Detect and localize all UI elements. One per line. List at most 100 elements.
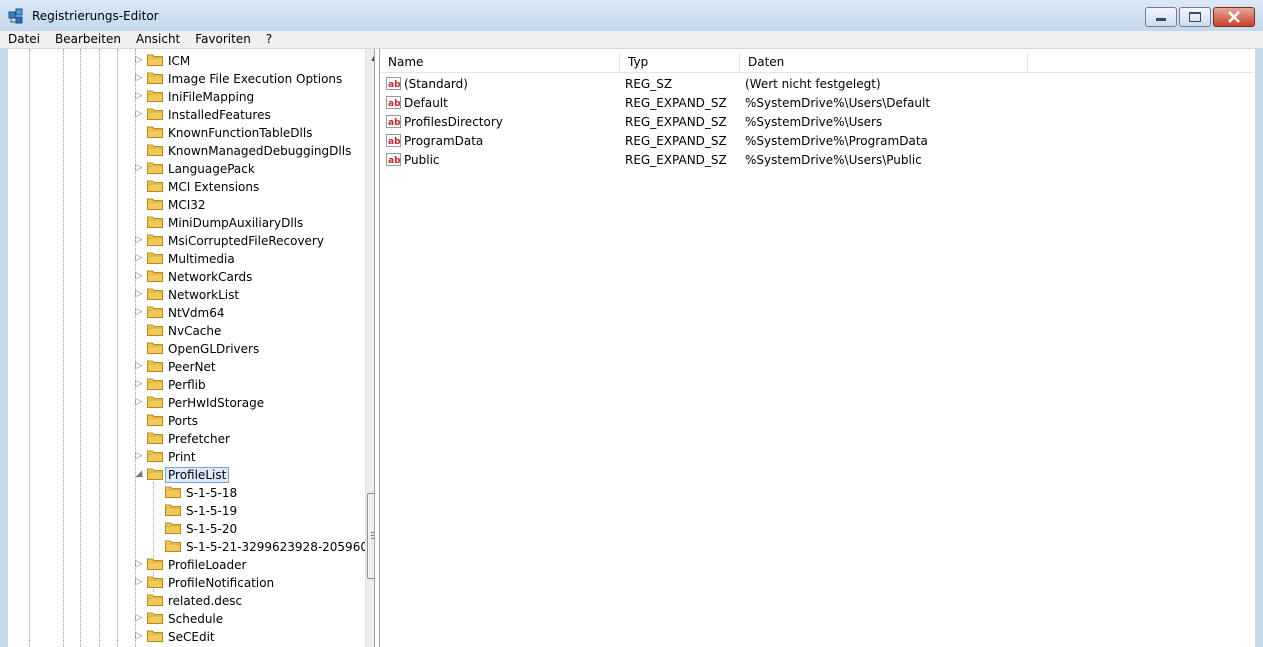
tree-item-label: PeerNet: [168, 359, 216, 374]
tree-item[interactable]: ▷ SeCEdit: [136, 627, 215, 645]
tree-item[interactable]: ◢ ProfileList: [136, 465, 230, 483]
tree-item[interactable]: ▷ Schedule: [136, 609, 224, 627]
expand-arrow-icon[interactable]: ▷: [134, 87, 144, 105]
folder-icon: [165, 503, 181, 516]
tree-scrollbar[interactable]: ▲: [365, 49, 374, 647]
folder-icon: [147, 611, 163, 624]
tree-item-label: related.desc: [168, 593, 243, 608]
tree-item[interactable]: S-1-5-19: [165, 501, 237, 519]
tree-item[interactable]: ▷ ProfileLoader: [136, 555, 247, 573]
expand-arrow-icon[interactable]: ▷: [134, 303, 144, 321]
menu-item[interactable]: Datei: [0, 31, 47, 48]
list-row[interactable]: ab (Standard) REG_SZ (Wert nicht festgelegt…: [380, 75, 1254, 94]
column-header-name[interactable]: Name: [380, 52, 620, 72]
value-type: REG_EXPAND_SZ: [625, 96, 727, 110]
expand-arrow-icon[interactable]: ▷: [134, 555, 144, 573]
values-list[interactable]: Name Typ Daten ab (Standard) REG_SZ (Wert n…: [379, 49, 1254, 647]
tree-item-label: NetworkList: [168, 287, 240, 302]
tree-item[interactable]: S-1-5-21-3299623928-205960167: [165, 537, 375, 555]
tree-item[interactable]: ▷ PeerNet: [136, 357, 216, 375]
expand-arrow-icon[interactable]: ▷: [134, 231, 144, 249]
value-name: ProgramData: [404, 134, 484, 148]
menu-item[interactable]: Favoriten: [187, 31, 258, 48]
string-value-icon: ab: [386, 134, 401, 147]
expand-arrow-icon[interactable]: ▷: [134, 267, 144, 285]
tree-item-label: SeCEdit: [168, 629, 215, 644]
expand-arrow-icon[interactable]: ▷: [134, 447, 144, 465]
list-row[interactable]: ab Default REG_EXPAND_SZ %SystemDrive%\User…: [380, 94, 1254, 113]
folder-icon: [165, 539, 181, 552]
value-name-cell: ab Default: [386, 94, 448, 113]
value-data: %SystemDrive%\Users: [745, 115, 883, 129]
svg-text:ab: ab: [388, 137, 401, 147]
menu-item[interactable]: Ansicht: [128, 31, 187, 48]
value-name: (Standard): [404, 77, 468, 91]
value-name-cell: ab ProfilesDirectory: [386, 113, 503, 132]
tree-item[interactable]: ▷ ProfileNotification: [136, 573, 275, 591]
svg-text:ab: ab: [388, 118, 401, 128]
tree-item-label: ICM: [168, 53, 191, 68]
expand-arrow-icon[interactable]: ▷: [134, 249, 144, 267]
tree-item[interactable]: ▷ Multimedia: [136, 249, 235, 267]
title-bar[interactable]: Registrierungs-Editor: [0, 0, 1263, 32]
tree-item[interactable]: ▷ MsiCorruptedFileRecovery: [136, 231, 324, 249]
expand-arrow-icon[interactable]: ▷: [134, 375, 144, 393]
expand-arrow-icon[interactable]: ▷: [134, 105, 144, 123]
svg-text:ab: ab: [388, 99, 401, 109]
tree-item[interactable]: KnownFunctionTableDlls: [147, 123, 312, 141]
value-data: %SystemDrive%\Users\Default: [745, 96, 931, 110]
expand-arrow-icon[interactable]: ▷: [134, 609, 144, 627]
registry-tree[interactable]: ▷ ICM ▷ Image File Execution Options ▷ IniFil…: [8, 49, 375, 647]
list-row[interactable]: ab ProfilesDirectory REG_EXPAND_SZ %SystemD…: [380, 113, 1254, 132]
tree-item[interactable]: ▷ NetworkList: [136, 285, 240, 303]
folder-icon: [147, 395, 163, 408]
list-row[interactable]: ab ProgramData REG_EXPAND_SZ %SystemDrive%\…: [380, 132, 1254, 151]
scroll-thumb[interactable]: [367, 493, 374, 579]
tree-item[interactable]: related.desc: [147, 591, 242, 609]
scroll-up-arrow-icon[interactable]: ▲: [366, 49, 374, 66]
tree-item-label: ProfileNotification: [168, 575, 275, 590]
tree-item[interactable]: MCI32: [147, 195, 206, 213]
expand-arrow-icon[interactable]: ▷: [134, 51, 144, 69]
tree-item[interactable]: ▷ ICM: [136, 51, 191, 69]
tree-item[interactable]: S-1-5-18: [165, 483, 237, 501]
column-header-data[interactable]: Daten: [740, 52, 1028, 72]
value-type: REG_EXPAND_SZ: [625, 153, 727, 167]
window-frame-left: [0, 48, 8, 647]
expand-arrow-icon[interactable]: ▷: [134, 285, 144, 303]
tree-item[interactable]: S-1-5-20: [165, 519, 237, 537]
collapse-arrow-icon[interactable]: ◢: [134, 465, 144, 483]
tree-item[interactable]: ▷ Image File Execution Options: [136, 69, 343, 87]
tree-item[interactable]: ▷ Print: [136, 447, 196, 465]
close-button[interactable]: [1213, 7, 1255, 27]
expand-arrow-icon[interactable]: ▷: [134, 393, 144, 411]
maximize-button[interactable]: [1179, 7, 1211, 27]
list-row[interactable]: ab Public REG_EXPAND_SZ %SystemDrive%\Users…: [380, 151, 1254, 170]
tree-item[interactable]: MCI Extensions: [147, 177, 259, 195]
tree-item[interactable]: ▷ Perflib: [136, 375, 206, 393]
folder-icon: [147, 287, 163, 300]
expand-arrow-icon[interactable]: ▷: [134, 627, 144, 645]
expand-arrow-icon[interactable]: ▷: [134, 69, 144, 87]
expand-arrow-icon[interactable]: ▷: [134, 357, 144, 375]
tree-item[interactable]: Prefetcher: [147, 429, 230, 447]
tree-item[interactable]: ▷ LanguagePack: [136, 159, 255, 177]
tree-item-label: S-1-5-21-3299623928-205960167: [186, 539, 375, 554]
tree-item[interactable]: ▷ NtVdm64: [136, 303, 225, 321]
column-header-type[interactable]: Typ: [620, 52, 740, 72]
tree-item[interactable]: OpenGLDrivers: [147, 339, 259, 357]
menu-item[interactable]: Bearbeiten: [47, 31, 128, 48]
tree-item[interactable]: NvCache: [147, 321, 221, 339]
menu-item[interactable]: ?: [258, 31, 279, 48]
tree-item-label: NvCache: [168, 323, 222, 338]
tree-item[interactable]: MiniDumpAuxiliaryDlls: [147, 213, 303, 231]
tree-item[interactable]: KnownManagedDebuggingDlls: [147, 141, 351, 159]
tree-item[interactable]: ▷ InstalledFeatures: [136, 105, 271, 123]
expand-arrow-icon[interactable]: ▷: [134, 573, 144, 591]
minimize-button[interactable]: [1145, 7, 1177, 27]
tree-item[interactable]: Ports: [147, 411, 198, 429]
expand-arrow-icon[interactable]: ▷: [134, 159, 144, 177]
tree-item[interactable]: ▷ PerHwIdStorage: [136, 393, 265, 411]
tree-item[interactable]: ▷ IniFileMapping: [136, 87, 255, 105]
tree-item[interactable]: ▷ NetworkCards: [136, 267, 253, 285]
